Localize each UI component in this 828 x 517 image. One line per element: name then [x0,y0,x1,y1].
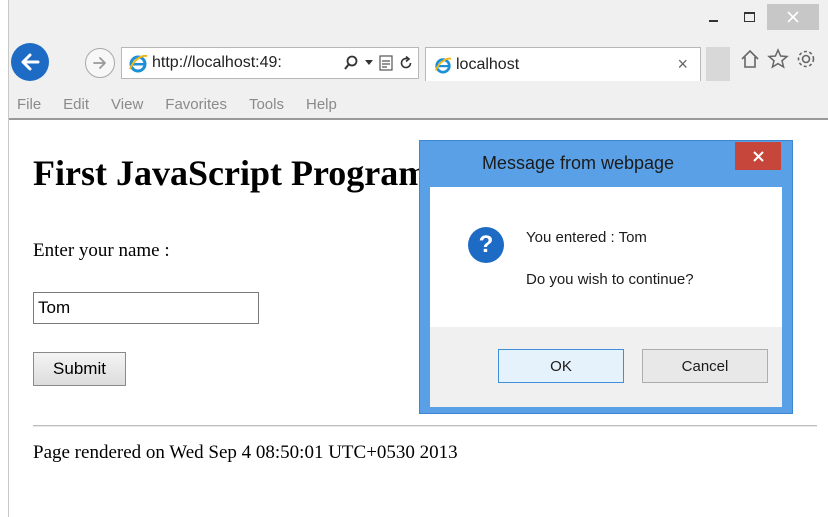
dialog-footer: OK Cancel [430,327,782,407]
tab-localhost[interactable]: localhost × [425,47,701,81]
ie-logo-icon [129,54,148,73]
ok-button[interactable]: OK [498,349,624,383]
page-title: First JavaScript Program [33,153,429,193]
search-dropdown[interactable] [365,60,373,66]
title-bar [9,0,828,40]
menu-view[interactable]: View [111,96,143,113]
new-tab-button[interactable] [706,47,730,81]
favorites-button[interactable] [767,48,789,75]
forward-arrow-icon [93,57,106,69]
dialog-title: Message from webpage [481,153,675,173]
compatibility-view-button[interactable] [379,55,393,71]
tools-button[interactable] [795,48,817,75]
home-icon [741,49,759,68]
refresh-button[interactable] [399,56,413,70]
gear-icon [797,50,815,68]
search-button[interactable] [343,55,359,71]
minimize-button[interactable] [699,4,727,30]
close-icon [752,150,764,162]
window-close-button[interactable] [767,4,819,30]
toolbar-icons [739,48,817,75]
menu-edit[interactable]: Edit [63,96,89,113]
maximize-button[interactable] [735,4,763,30]
compatibility-view-icon [379,55,393,71]
dialog-message-line2: Do you wish to continue? [526,271,694,288]
submit-button[interactable]: Submit [33,352,126,386]
back-arrow-icon [21,53,40,71]
dialog-body: ? You entered : Tom Do you wish to conti… [430,187,782,407]
menu-bar: File Edit View Favorites Tools Help [9,90,828,118]
cancel-button[interactable]: Cancel [642,349,768,383]
forward-button[interactable] [85,48,115,78]
back-button[interactable] [11,43,49,81]
maximize-icon [743,12,755,22]
refresh-icon [400,56,412,69]
navigation-bar: http://localhost:49: localhost × [9,40,828,88]
name-input[interactable]: Tom [33,292,259,324]
menu-help[interactable]: Help [306,96,337,113]
address-bar[interactable]: http://localhost:49: [121,47,419,79]
tab-label: localhost [456,55,520,73]
tab-close-button[interactable]: × [677,54,688,75]
minimize-icon [708,20,718,22]
chevron-down-icon [365,60,373,65]
ie-logo-icon [434,57,452,74]
close-icon [787,11,799,23]
search-icon [344,55,358,70]
address-url[interactable]: http://localhost:49: [152,54,337,72]
message-dialog: Message from webpage ? You entered : Tom… [419,140,793,414]
home-button[interactable] [739,48,761,75]
dialog-message-line1: You entered : Tom [526,229,647,246]
menu-file[interactable]: File [17,96,41,113]
horizontal-rule [33,425,817,427]
dialog-close-button[interactable] [735,142,781,170]
menu-favorites[interactable]: Favorites [165,96,227,113]
star-icon [767,48,789,69]
question-icon: ? [468,227,504,263]
rendered-timestamp: Page rendered on Wed Sep 4 08:50:01 UTC+… [33,442,458,463]
menu-tools[interactable]: Tools [249,96,284,113]
name-label: Enter your name : [33,240,170,261]
